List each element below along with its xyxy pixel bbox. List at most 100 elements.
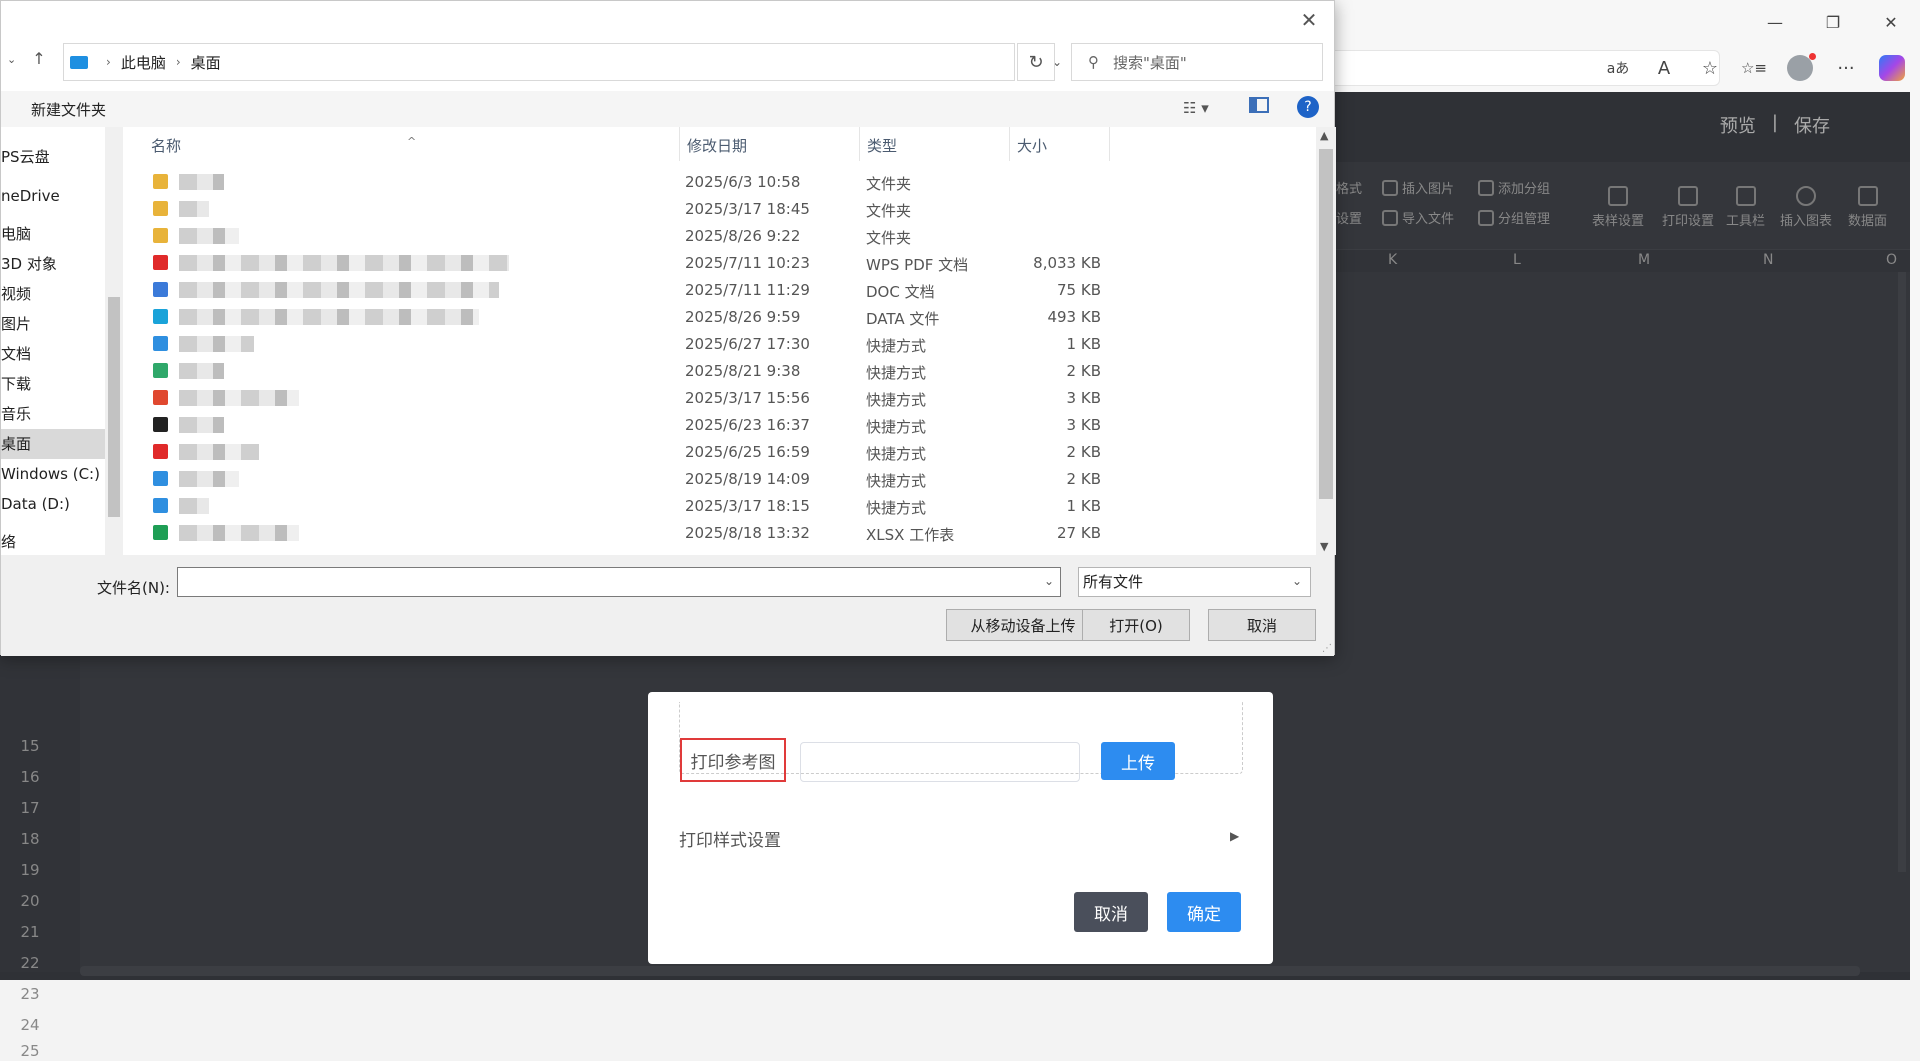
filename-input[interactable]: ⌄ xyxy=(177,567,1061,597)
profile-button[interactable] xyxy=(1782,50,1818,86)
favorites-list-icon[interactable]: ☆≡ xyxy=(1736,50,1772,86)
col-name[interactable]: 名称 xyxy=(151,135,181,156)
row-header[interactable]: 23 xyxy=(0,979,60,1009)
col-size[interactable]: 大小 xyxy=(1017,135,1047,156)
file-list-scrollbar[interactable]: ▲ ▼ xyxy=(1316,127,1336,555)
file-row[interactable]: 2025/8/21 9:38 快捷方式 2 KB xyxy=(141,358,1316,385)
help-icon[interactable]: ? xyxy=(1297,96,1319,118)
tool-print-settings[interactable]: 打印设置 xyxy=(1662,186,1714,229)
more-icon[interactable]: ··· xyxy=(1828,50,1864,86)
open-button[interactable]: 打开(O) xyxy=(1082,609,1190,641)
read-aloud-icon[interactable]: aあ xyxy=(1600,50,1636,86)
chevron-down-icon[interactable]: ⌄ xyxy=(1292,574,1302,588)
sidebar-item[interactable]: 音乐 xyxy=(1,399,105,429)
file-row[interactable]: 2025/7/11 11:29 DOC 文档 75 KB xyxy=(141,277,1316,304)
resize-grip-icon[interactable]: ⋰ xyxy=(1322,643,1332,654)
modal-cancel-button[interactable]: 取消 xyxy=(1074,892,1148,932)
new-folder-button[interactable]: 新建文件夹 xyxy=(31,99,106,120)
sidebar-item[interactable]: 图片 xyxy=(1,309,105,339)
sidebar-item[interactable]: 电脑 xyxy=(1,219,105,249)
col-date[interactable]: 修改日期 xyxy=(687,135,747,156)
text-size-icon[interactable]: A xyxy=(1646,50,1682,86)
column-divider[interactable] xyxy=(859,127,860,161)
row-header[interactable]: 20 xyxy=(0,886,60,916)
grid-horizontal-scrollbar[interactable] xyxy=(80,966,1860,976)
tool-import-file[interactable]: 导入文件 xyxy=(1382,208,1454,227)
row-header[interactable]: 17 xyxy=(0,793,60,823)
sidebar-item[interactable]: 3D 对象 xyxy=(1,249,105,279)
print-style-setting[interactable]: 打印样式设置 xyxy=(679,826,781,851)
row-header[interactable]: 24 xyxy=(0,1010,60,1040)
column-divider[interactable] xyxy=(1009,127,1010,161)
view-options-icon[interactable]: ☷ ▾ xyxy=(1183,99,1209,117)
sidebar-item[interactable]: 文档 xyxy=(1,339,105,369)
dialog-cancel-button[interactable]: 取消 xyxy=(1208,609,1316,641)
refresh-button[interactable]: ↻ xyxy=(1017,43,1055,81)
sidebar-item[interactable]: neDrive xyxy=(1,181,105,211)
row-header[interactable]: 19 xyxy=(0,855,60,885)
file-type-filter[interactable]: 所有文件 ⌄ xyxy=(1078,567,1311,597)
caret-right-icon[interactable]: ▶ xyxy=(1230,829,1239,843)
favorite-star-icon[interactable]: ☆ xyxy=(1692,50,1728,86)
close-window-button[interactable]: ✕ xyxy=(1862,0,1920,44)
tool-insert-chart[interactable]: 插入图表 xyxy=(1780,186,1832,229)
sidebar-item[interactable]: Data (D:) xyxy=(1,489,105,519)
column-header[interactable]: N xyxy=(1763,252,1773,268)
tool-toolbar[interactable]: 工具栏 xyxy=(1726,186,1765,229)
sidebar-item[interactable]: 桌面 xyxy=(1,429,105,459)
file-row[interactable]: 2025/6/27 17:30 快捷方式 1 KB xyxy=(141,331,1316,358)
upload-button[interactable]: 上传 xyxy=(1101,742,1175,780)
file-row[interactable]: 2025/3/17 18:45 文件夹 xyxy=(141,196,1316,223)
sidebar-item[interactable]: Windows (C:) xyxy=(1,459,105,489)
tool-format[interactable]: 格式 xyxy=(1336,178,1362,197)
nav-pane-scrollbar[interactable] xyxy=(105,127,123,555)
up-arrow-icon[interactable]: ↑ xyxy=(32,49,45,68)
breadcrumb-this-pc[interactable]: 此电脑 xyxy=(121,52,166,73)
sidebar-item[interactable]: 下载 xyxy=(1,369,105,399)
file-row[interactable]: 2025/8/18 13:32 XLSX 工作表 27 KB xyxy=(141,520,1316,547)
grid-vertical-scrollbar[interactable] xyxy=(1898,272,1906,872)
column-header[interactable]: M xyxy=(1638,252,1650,268)
row-header[interactable]: 15 xyxy=(0,731,60,761)
file-row[interactable]: 2025/8/19 14:09 快捷方式 2 KB xyxy=(141,466,1316,493)
file-row[interactable]: 2025/7/11 10:23 WPS PDF 文档 8,033 KB xyxy=(141,250,1316,277)
preview-link[interactable]: 预览 xyxy=(1720,112,1756,138)
row-header[interactable]: 16 xyxy=(0,762,60,792)
ref-image-input[interactable] xyxy=(800,742,1080,782)
file-row[interactable]: 2025/8/26 9:59 DATA 文件 493 KB xyxy=(141,304,1316,331)
sidebar-item[interactable]: PS云盘 xyxy=(1,142,105,172)
copilot-button[interactable] xyxy=(1874,50,1910,86)
tool-insert-image[interactable]: 插入图片 xyxy=(1382,178,1454,197)
tool-add-group[interactable]: 添加分组 xyxy=(1478,178,1550,197)
preview-pane-icon[interactable] xyxy=(1249,97,1269,113)
upload-from-mobile-button[interactable]: 从移动设备上传 xyxy=(946,609,1100,641)
tool-group-manage[interactable]: 分组管理 xyxy=(1478,208,1550,227)
file-row[interactable]: 2025/8/26 9:22 文件夹 xyxy=(141,223,1316,250)
breadcrumb-desktop[interactable]: 桌面 xyxy=(191,52,221,73)
chevron-down-icon[interactable]: ⌄ xyxy=(1044,574,1054,588)
search-input[interactable]: ⚲ 搜索"桌面" xyxy=(1071,43,1323,81)
sidebar-item[interactable]: 视频 xyxy=(1,279,105,309)
file-row[interactable]: 2025/6/3 10:58 文件夹 xyxy=(141,169,1316,196)
row-header[interactable]: 25 xyxy=(0,1041,60,1061)
tool-table-style[interactable]: 表样设置 xyxy=(1592,186,1644,229)
row-header[interactable]: 22 xyxy=(0,948,60,978)
path-breadcrumb[interactable]: › 此电脑 › 桌面 ⌄ xyxy=(63,43,1062,81)
chevron-down-icon[interactable]: ⌄ xyxy=(7,53,16,68)
col-type[interactable]: 类型 xyxy=(867,135,897,156)
save-link[interactable]: 保存 xyxy=(1794,112,1830,138)
column-divider[interactable] xyxy=(679,127,680,161)
row-header[interactable]: 21 xyxy=(0,917,60,947)
column-header[interactable]: O xyxy=(1886,252,1897,268)
dialog-close-button[interactable]: ✕ xyxy=(1294,7,1324,33)
column-divider[interactable] xyxy=(1109,127,1110,161)
scrollbar-thumb[interactable] xyxy=(1319,149,1333,499)
file-row[interactable]: 2025/6/25 16:59 快捷方式 2 KB xyxy=(141,439,1316,466)
scroll-down-icon[interactable]: ▼ xyxy=(1320,540,1328,553)
scrollbar-thumb[interactable] xyxy=(108,297,120,517)
row-header[interactable]: 18 xyxy=(0,824,60,854)
modal-confirm-button[interactable]: 确定 xyxy=(1167,892,1241,932)
column-header[interactable]: K xyxy=(1388,252,1397,268)
tool-settings[interactable]: 设置 xyxy=(1336,208,1362,227)
scroll-up-icon[interactable]: ▲ xyxy=(1320,129,1328,142)
